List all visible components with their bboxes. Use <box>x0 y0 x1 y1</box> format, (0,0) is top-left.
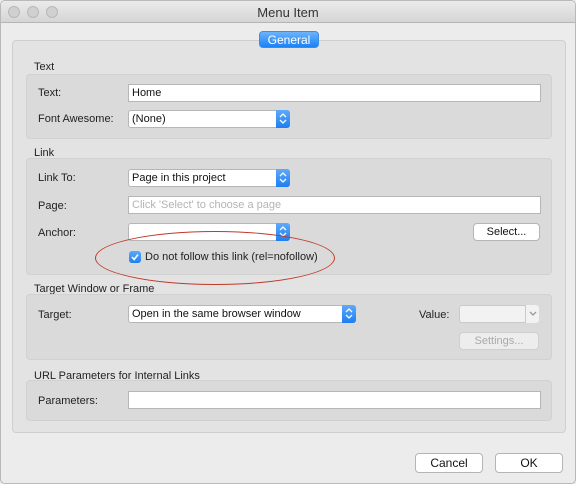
chevron-updown-icon <box>276 169 290 187</box>
settings-button[interactable]: Settings... <box>459 332 539 350</box>
parameters-label: Parameters: <box>38 395 98 407</box>
target-group <box>26 294 552 360</box>
menu-item-dialog: Menu Item General Text Text: Home Font A… <box>0 0 576 484</box>
target-label: Target: <box>38 309 72 321</box>
page-field[interactable]: Click 'Select' to choose a page <box>128 196 541 214</box>
chevron-updown-icon <box>276 110 290 128</box>
link-to-label: Link To: <box>38 172 76 184</box>
target-value: Open in the same browser window <box>132 308 301 320</box>
title-bar: Menu Item <box>1 1 575 23</box>
font-awesome-value: (None) <box>132 113 166 125</box>
value-combo[interactable] <box>459 305 539 323</box>
link-to-value: Page in this project <box>132 172 226 184</box>
target-select[interactable]: Open in the same browser window <box>128 305 356 323</box>
select-page-button[interactable]: Select... <box>473 223 540 241</box>
link-to-select[interactable]: Page in this project <box>128 169 290 187</box>
chevron-updown-icon <box>342 305 356 323</box>
page-label: Page: <box>38 200 67 212</box>
value-label: Value: <box>419 309 450 321</box>
chevron-down-icon <box>525 305 539 323</box>
parameters-input[interactable] <box>128 391 541 409</box>
ok-button[interactable]: OK <box>495 453 563 473</box>
annotation-ellipse <box>95 231 335 285</box>
anchor-label: Anchor: <box>38 227 76 239</box>
font-awesome-select[interactable]: (None) <box>128 110 290 128</box>
window-title: Menu Item <box>257 5 319 20</box>
text-label: Text: <box>38 87 62 99</box>
section-title-text: Text <box>34 61 55 73</box>
text-input[interactable]: Home <box>128 84 541 102</box>
font-awesome-label: Font Awesome: <box>38 113 114 125</box>
tab-general[interactable]: General <box>259 31 319 48</box>
cancel-button[interactable]: Cancel <box>415 453 483 473</box>
